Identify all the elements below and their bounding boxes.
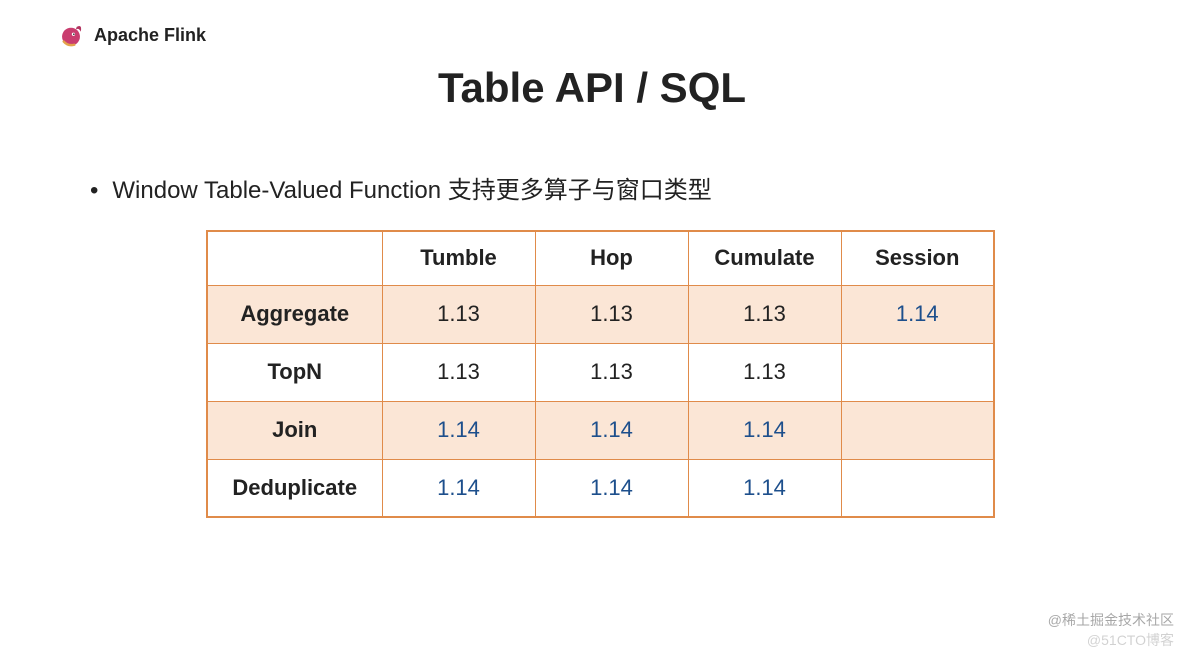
row-label: Deduplicate (207, 459, 382, 517)
table-row: Deduplicate1.141.141.14 (207, 459, 994, 517)
brand-header: Apache Flink (58, 22, 206, 48)
table-cell (841, 401, 994, 459)
watermark-juejin: @稀土掘金技术社区 (1048, 610, 1174, 630)
col-header-blank (207, 231, 382, 285)
table-cell: 1.14 (382, 401, 535, 459)
table-cell: 1.13 (688, 343, 841, 401)
table-cell (841, 343, 994, 401)
table-cell (841, 459, 994, 517)
table-cell: 1.14 (688, 401, 841, 459)
col-header-session: Session (841, 231, 994, 285)
col-header-tumble: Tumble (382, 231, 535, 285)
watermark-51cto: @51CTO博客 (1087, 630, 1174, 650)
table-cell: 1.13 (535, 285, 688, 343)
col-header-hop: Hop (535, 231, 688, 285)
row-label: TopN (207, 343, 382, 401)
table-cell: 1.14 (535, 459, 688, 517)
table-cell: 1.13 (382, 343, 535, 401)
col-header-cumulate: Cumulate (688, 231, 841, 285)
table-header-row: Tumble Hop Cumulate Session (207, 231, 994, 285)
table-cell: 1.14 (382, 459, 535, 517)
table-cell: 1.14 (535, 401, 688, 459)
table-cell: 1.13 (382, 285, 535, 343)
table-cell: 1.14 (841, 285, 994, 343)
brand-label: Apache Flink (94, 25, 206, 46)
row-label: Join (207, 401, 382, 459)
table-row: Aggregate1.131.131.131.14 (207, 285, 994, 343)
bullet-point: Window Table-Valued Function 支持更多算子与窗口类型 (90, 170, 712, 205)
row-label: Aggregate (207, 285, 382, 343)
table-row: Join1.141.141.14 (207, 401, 994, 459)
table-cell: 1.13 (688, 285, 841, 343)
page-title: Table API / SQL (0, 64, 1184, 112)
flink-squirrel-icon (58, 22, 84, 48)
table-body: Aggregate1.131.131.131.14TopN1.131.131.1… (207, 285, 994, 517)
table-cell: 1.14 (688, 459, 841, 517)
version-support-table: Tumble Hop Cumulate Session Aggregate1.1… (206, 230, 995, 518)
table-row: TopN1.131.131.13 (207, 343, 994, 401)
table-cell: 1.13 (535, 343, 688, 401)
